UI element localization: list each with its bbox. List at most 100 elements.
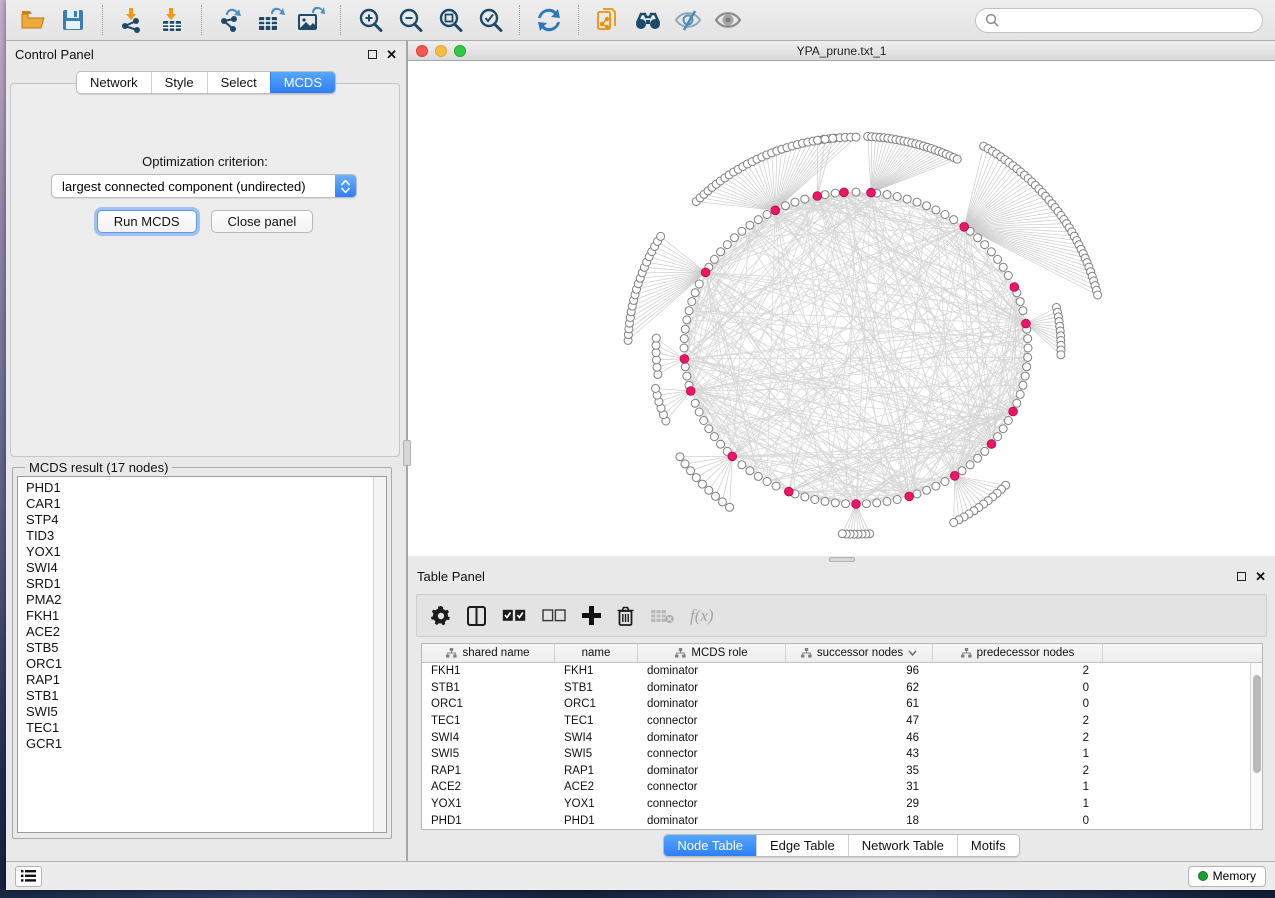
mcds-result-list[interactable]: PHD1CAR1STP4TID3YOX1SWI4SRD1PMA2FKH1ACE2…	[18, 477, 373, 832]
column-header-label: successor nodes	[817, 647, 903, 659]
tab-network-table[interactable]: Network Table	[848, 835, 957, 856]
mcds-result-item[interactable]: SRD1	[26, 576, 373, 592]
mcds-result-item[interactable]: RAP1	[26, 672, 373, 688]
table-row[interactable]: YOX1YOX1connector291	[422, 796, 1262, 813]
mcds-result-item[interactable]: STP4	[26, 512, 373, 528]
float-panel-icon[interactable]	[368, 50, 377, 59]
search-network-icon[interactable]	[633, 5, 663, 35]
show-all-icon[interactable]	[713, 5, 743, 35]
float-panel-icon[interactable]	[1237, 572, 1246, 581]
column-header-shared-name[interactable]: shared name	[422, 644, 555, 662]
optimization-criterion-select[interactable]: largest connected component (undirected)	[51, 174, 357, 198]
zoom-selected-icon[interactable]	[475, 5, 505, 35]
cell-successor-nodes: 96	[786, 665, 933, 677]
close-panel-icon[interactable]: ✕	[1255, 572, 1266, 581]
import-network-file-icon[interactable]	[117, 5, 147, 35]
open-file-icon[interactable]	[18, 5, 48, 35]
mcds-result-item[interactable]: PMA2	[26, 592, 373, 608]
tab-node-table[interactable]: Node Table	[664, 835, 756, 856]
import-table-file-icon[interactable]	[157, 5, 187, 35]
mcds-result-item[interactable]: ACE2	[26, 624, 373, 640]
table-row[interactable]: FKH1FKH1dominator962	[422, 663, 1262, 680]
mcds-result-item[interactable]: YOX1	[26, 544, 373, 560]
tab-select[interactable]: Select	[207, 72, 270, 93]
table-row[interactable]: ACE2ACE2connector311	[422, 779, 1262, 796]
table-row[interactable]: RAP1RAP1dominator352	[422, 763, 1262, 780]
toolbar-separator	[201, 5, 202, 35]
run-mcds-button[interactable]: Run MCDS	[97, 210, 197, 233]
cell-name: YOX1	[555, 798, 638, 810]
sort-chevron-icon	[908, 650, 917, 656]
horizontal-splitter[interactable]	[408, 556, 1275, 563]
network-window-title: YPA_prune.txt_1	[408, 44, 1275, 58]
vertical-splitter-handle[interactable]	[403, 440, 411, 466]
zoom-fit-icon[interactable]	[435, 5, 465, 35]
tab-edge-table[interactable]: Edge Table	[756, 835, 848, 856]
mcds-result-item[interactable]: FKH1	[26, 608, 373, 624]
mcds-result-item[interactable]: STB1	[26, 688, 373, 704]
column-header-filler	[1103, 644, 1262, 662]
table-row[interactable]: ORC1ORC1dominator610	[422, 696, 1262, 713]
cell-shared-name: ACE2	[422, 781, 555, 793]
cell-MCDS-role: connector	[638, 715, 786, 727]
save-session-icon[interactable]	[58, 5, 88, 35]
task-history-button[interactable]	[15, 866, 42, 887]
search-input[interactable]	[999, 13, 1253, 27]
column-header-name[interactable]: name	[555, 644, 638, 662]
horizontal-splitter-handle[interactable]	[829, 557, 855, 562]
table-row[interactable]: STB1STB1dominator620	[422, 680, 1262, 697]
network-search-box[interactable]	[975, 8, 1263, 33]
cell-name: STB1	[555, 682, 638, 694]
mcds-result-item[interactable]: SWI5	[26, 704, 373, 720]
tab-style[interactable]: Style	[151, 72, 207, 93]
close-panel-button[interactable]: Close panel	[211, 210, 314, 233]
create-column-icon[interactable]	[582, 606, 601, 625]
export-network-icon[interactable]	[216, 5, 246, 35]
mcds-result-item[interactable]: CAR1	[26, 496, 373, 512]
table-row[interactable]: TEC1TEC1connector472	[422, 713, 1262, 730]
mcds-result-item[interactable]: PHD1	[26, 480, 373, 496]
table-row[interactable]: SWI5SWI5connector431	[422, 746, 1262, 763]
column-header-label: shared name	[462, 647, 529, 659]
mcds-result-item[interactable]: ORC1	[26, 656, 373, 672]
mcds-result-item[interactable]: GCR1	[26, 736, 373, 752]
export-table-icon[interactable]	[256, 5, 286, 35]
control-panel: Control Panel ✕ NetworkStyleSelectMCDS O…	[6, 41, 406, 861]
show-column-icon[interactable]	[467, 606, 486, 626]
unselect-all-columns-icon[interactable]	[542, 609, 566, 622]
network-canvas[interactable]	[408, 61, 1275, 555]
tab-mcds[interactable]: MCDS	[270, 72, 335, 93]
close-panel-icon[interactable]: ✕	[386, 50, 397, 59]
table-options-gear-icon[interactable]	[431, 606, 451, 626]
list-icon	[21, 870, 36, 882]
network-graph	[408, 61, 1275, 555]
zoom-out-icon[interactable]	[395, 5, 425, 35]
delete-column-icon[interactable]	[617, 606, 634, 626]
mcds-result-item[interactable]: SWI4	[26, 560, 373, 576]
cell-MCDS-role: dominator	[638, 698, 786, 710]
mcds-result-item[interactable]: TID3	[26, 528, 373, 544]
tab-network[interactable]: Network	[77, 72, 151, 93]
column-header-successor-nodes[interactable]: successor nodes	[786, 644, 933, 662]
column-header-predecessor-nodes[interactable]: predecessor nodes	[933, 644, 1103, 662]
mcds-result-item[interactable]: TEC1	[26, 720, 373, 736]
clone-network-icon[interactable]	[593, 5, 623, 35]
mcds-result-item[interactable]: STB5	[26, 640, 373, 656]
status-bar: Memory	[6, 861, 1275, 890]
tab-motifs[interactable]: Motifs	[957, 835, 1019, 856]
cell-successor-nodes: 29	[786, 798, 933, 810]
table-row[interactable]: PHD1PHD1dominator180	[422, 812, 1262, 829]
zoom-in-icon[interactable]	[355, 5, 385, 35]
table-scrollbar-thumb[interactable]	[1253, 675, 1261, 773]
select-all-columns-icon[interactable]	[502, 609, 526, 622]
export-image-icon[interactable]	[296, 5, 326, 35]
table-scrollbar[interactable]	[1250, 663, 1262, 829]
memory-button[interactable]: Memory	[1188, 866, 1266, 887]
cell-shared-name: RAP1	[422, 765, 555, 777]
mcds-list-scrollbar[interactable]	[373, 477, 386, 832]
column-header-MCDS-role[interactable]: MCDS role	[638, 644, 786, 662]
refresh-view-icon[interactable]	[534, 5, 564, 35]
cell-successor-nodes: 46	[786, 732, 933, 744]
table-row[interactable]: SWI4SWI4dominator462	[422, 729, 1262, 746]
hide-selected-icon[interactable]	[673, 5, 703, 35]
